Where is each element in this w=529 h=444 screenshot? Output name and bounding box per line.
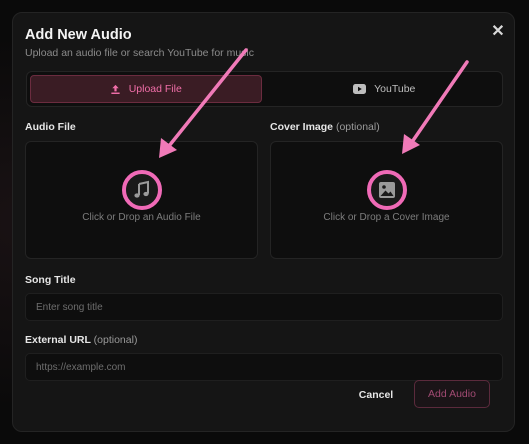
- add-audio-button[interactable]: Add Audio: [414, 380, 490, 408]
- cancel-button[interactable]: Cancel: [352, 381, 400, 409]
- close-icon[interactable]: ✕: [490, 23, 506, 40]
- tab-youtube[interactable]: YouTube: [270, 75, 500, 103]
- upload-icon: [110, 84, 121, 95]
- image-icon: [366, 170, 407, 210]
- tab-upload-file[interactable]: Upload File: [30, 75, 262, 103]
- add-audio-dialog: Add New Audio Upload an audio file or se…: [12, 12, 515, 432]
- dialog-subtitle: Upload an audio file or search YouTube f…: [25, 47, 255, 59]
- youtube-icon: [353, 84, 367, 94]
- tab-youtube-label: YouTube: [374, 83, 416, 95]
- audio-file-dropzone[interactable]: Click or Drop an Audio File: [25, 141, 258, 259]
- music-note-icon: [121, 170, 162, 210]
- cover-image-dropzone[interactable]: Click or Drop a Cover Image: [270, 141, 503, 259]
- external-url-input[interactable]: [25, 353, 503, 381]
- dialog-title: Add New Audio: [25, 27, 132, 43]
- cover-image-drop-text: Click or Drop a Cover Image: [323, 212, 450, 223]
- cover-image-label: Cover Image (optional): [270, 121, 380, 133]
- cover-image-optional: (optional): [335, 121, 380, 133]
- audio-file-label: Audio File: [25, 121, 76, 133]
- source-tabs: Upload File YouTube: [26, 71, 503, 107]
- song-title-label: Song Title: [25, 274, 76, 286]
- audio-file-drop-text: Click or Drop an Audio File: [82, 212, 201, 223]
- tab-upload-file-label: Upload File: [128, 83, 182, 95]
- song-title-input[interactable]: [25, 293, 503, 321]
- external-url-label: External URL (optional): [25, 334, 138, 346]
- external-url-optional: (optional): [93, 334, 138, 346]
